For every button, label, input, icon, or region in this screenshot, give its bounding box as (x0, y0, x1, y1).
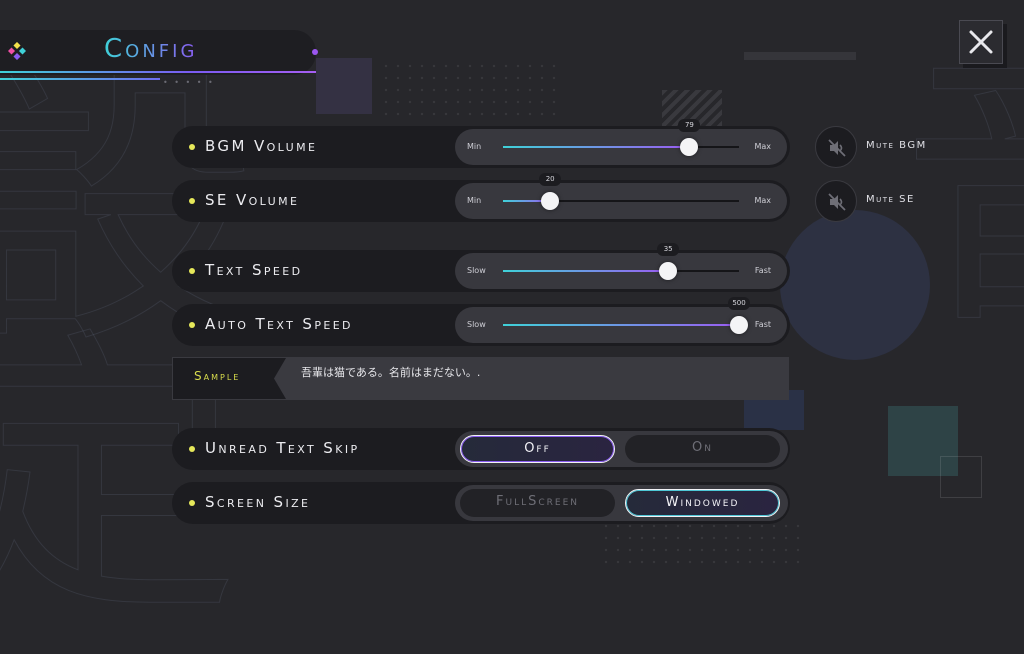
unread-skip-on-button[interactable]: On (625, 435, 780, 463)
bullet (189, 322, 195, 328)
bgm-volume-row: BGM Volume Min Max 79 (172, 119, 790, 168)
unread-skip-label: Unread Text Skip (205, 439, 360, 457)
slider-max-label: Fast (754, 320, 771, 329)
bullet (189, 446, 195, 452)
auto-text-speed-label: Auto Text Speed (205, 315, 353, 333)
bullet (189, 144, 195, 150)
slider-fill (503, 324, 739, 326)
speaker-mute-icon (828, 193, 846, 211)
slider-min-label: Slow (467, 266, 486, 275)
title-dots: • • • • • (163, 78, 215, 87)
slider-thumb[interactable] (730, 316, 748, 334)
screen-size-label: Screen Size (205, 493, 311, 511)
background-dots (380, 60, 560, 120)
slider-min-label: Min (467, 196, 482, 205)
slider-fill (503, 270, 669, 272)
se-volume-label: SE Volume (205, 191, 300, 209)
mute-se-button[interactable] (815, 180, 857, 222)
sample-panel: Sample 吾輩は猫である。名前はまだない。. (172, 357, 789, 400)
slider-max-label: Fast (754, 266, 771, 275)
unread-skip-toggle: Off On (455, 431, 788, 467)
mute-bgm-label: Mute BGM (866, 140, 927, 151)
text-speed-row: Text Speed Slow Fast 35 (172, 243, 790, 292)
background-dots (600, 520, 800, 570)
auto-text-speed-row: Auto Text Speed Slow Fast 500 (172, 297, 790, 346)
bgm-volume-label: BGM Volume (205, 137, 318, 155)
se-volume-slider[interactable]: Min Max 20 (455, 173, 787, 219)
slider-max-label: Max (754, 142, 771, 151)
close-button[interactable] (959, 20, 1003, 64)
slider-track[interactable]: 20 (503, 173, 739, 210)
slider-value: 500 (728, 297, 750, 310)
slider-value: 35 (657, 243, 680, 256)
slider-value: 79 (678, 119, 701, 132)
mute-se-label: Mute SE (866, 194, 915, 205)
fullscreen-button[interactable]: FullScreen (460, 489, 615, 517)
text-speed-label: Text Speed (205, 261, 303, 279)
page-title: Config (104, 34, 198, 64)
slider-min-label: Min (467, 142, 482, 151)
background-square (940, 456, 982, 498)
slider-track[interactable]: 79 (503, 119, 739, 156)
unread-skip-row: Unread Text Skip Off On (172, 428, 790, 470)
slider-min-label: Slow (467, 320, 486, 329)
unread-skip-off-button[interactable]: Off (460, 435, 615, 463)
speaker-mute-icon (828, 139, 846, 157)
slider-thumb[interactable] (659, 262, 678, 280)
windowed-button[interactable]: Windowed (625, 489, 780, 517)
bullet (189, 198, 195, 204)
sample-label: Sample (194, 369, 241, 383)
background-square (744, 52, 856, 60)
text-speed-slider[interactable]: Slow Fast 35 (455, 243, 787, 289)
slider-track[interactable]: 35 (503, 243, 739, 280)
background-circle (780, 210, 930, 360)
slider-value: 20 (539, 173, 562, 186)
title-end-dot (312, 49, 318, 55)
slider-thumb[interactable] (680, 138, 699, 156)
bgm-volume-slider[interactable]: Min Max 79 (455, 119, 787, 165)
close-icon (969, 30, 993, 54)
diamond-cluster-icon (8, 42, 26, 60)
mute-bgm-button[interactable] (815, 126, 857, 168)
bullet (189, 500, 195, 506)
sample-text: 吾輩は猫である。名前はまだない。. (301, 366, 481, 379)
title-accent-line (0, 78, 160, 80)
background-square (316, 58, 372, 114)
auto-text-speed-slider[interactable]: Slow Fast 500 (455, 297, 787, 343)
slider-thumb[interactable] (541, 192, 560, 210)
title-underline (0, 71, 316, 73)
slider-track[interactable]: 500 (503, 297, 750, 334)
slider-fill (503, 146, 690, 148)
screen-size-toggle: FullScreen Windowed (455, 485, 788, 521)
se-volume-row: SE Volume Min Max 20 (172, 173, 790, 222)
slider-max-label: Max (754, 196, 771, 205)
bullet (189, 268, 195, 274)
screen-size-row: Screen Size FullScreen Windowed (172, 482, 790, 524)
